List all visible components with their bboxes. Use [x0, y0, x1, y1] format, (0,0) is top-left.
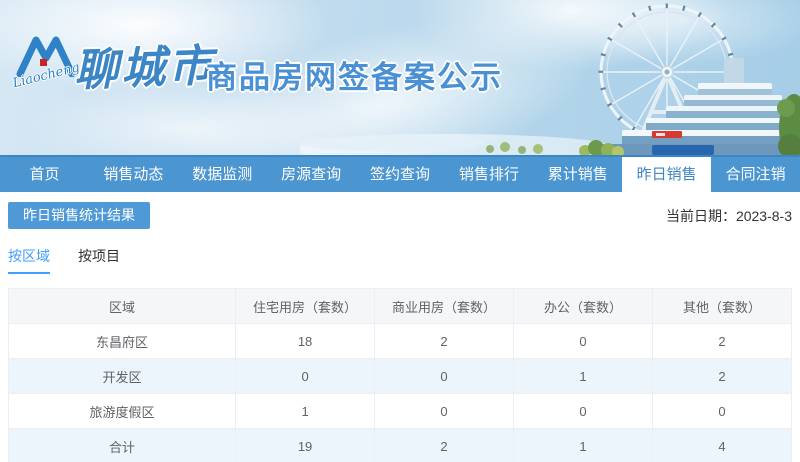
nav-item-data-monitor[interactable]: 数据监测 — [178, 157, 267, 192]
section-title-badge: 昨日销售统计结果 — [8, 202, 150, 229]
nav-item-contract-cancellation[interactable]: 合同注销 — [711, 157, 800, 192]
city-name: 聊城市 — [73, 40, 217, 97]
table-cell: 19 — [235, 428, 376, 462]
table-cell: 0 — [651, 393, 793, 429]
nav-item-yesterday-sales[interactable]: 昨日销售 — [622, 157, 712, 192]
table-cell: 2 — [651, 323, 793, 359]
nav-item-sales-ranking[interactable]: 销售排行 — [444, 157, 533, 192]
table-header-cell: 住宅用房（套数） — [235, 288, 376, 324]
tab-by-region[interactable]: 按区域 — [8, 246, 50, 274]
table-cell: 东昌府区 — [7, 323, 237, 359]
nav-item-listing-search[interactable]: 房源查询 — [267, 157, 356, 192]
table-row: 东昌府区 18 2 0 2 — [7, 323, 793, 359]
nav-item-home[interactable]: 首页 — [0, 157, 89, 192]
view-tabs: 按区域 按项目 — [8, 246, 792, 274]
table-header-cell: 区域 — [7, 288, 237, 324]
table-cell: 0 — [513, 393, 653, 429]
site-title: 商品房网签备案公示 — [206, 60, 503, 95]
table-cell: 开发区 — [7, 358, 237, 394]
table-cell: 旅游度假区 — [7, 393, 237, 429]
nav-item-sales-activity[interactable]: 销售动态 — [89, 157, 178, 192]
current-date-label: 当前日期：2023-8-3 — [665, 207, 792, 224]
table-cell: 2 — [374, 428, 515, 462]
main-content: 昨日销售统计结果 当前日期：2023-8-3 按区域 按项目 区域 住宅用房（套… — [0, 202, 800, 462]
table-cell: 4 — [651, 428, 793, 462]
nav-item-contract-search[interactable]: 签约查询 — [356, 157, 445, 192]
main-nav: 首页 销售动态 数据监测 房源查询 签约查询 销售排行 累计销售 昨日销售 合同… — [0, 155, 800, 192]
page-header: 昨日销售统计结果 当前日期：2023-8-3 — [8, 202, 792, 229]
table-cell: 1 — [513, 358, 653, 394]
banner: Liaocheng 聊城市 商品房网签备案公示 — [0, 0, 800, 155]
table-cell: 2 — [651, 358, 793, 394]
table-cell: 1 — [235, 393, 376, 429]
table-row: 开发区 0 0 1 2 — [7, 358, 793, 394]
sales-statistics-table: 区域 住宅用房（套数） 商业用房（套数） 办公（套数） 其他（套数） 东昌府区 … — [7, 288, 793, 462]
nav-item-cumulative-sales[interactable]: 累计销售 — [533, 157, 622, 192]
table-cell: 0 — [513, 323, 653, 359]
table-header-cell: 其他（套数） — [651, 288, 793, 324]
table-cell: 1 — [513, 428, 653, 462]
table-cell: 0 — [235, 358, 376, 394]
page: Liaocheng 聊城市 商品房网签备案公示 首页 销售动态 数据监测 房源查… — [0, 0, 800, 462]
table-row-total: 合计 19 2 1 4 — [7, 428, 793, 462]
table-header-cell: 商业用房（套数） — [374, 288, 515, 324]
tab-by-project[interactable]: 按项目 — [78, 246, 120, 274]
table-cell: 2 — [374, 323, 515, 359]
table-cell: 0 — [374, 393, 515, 429]
table-cell: 18 — [235, 323, 376, 359]
table-header-cell: 办公（套数） — [513, 288, 653, 324]
table-header-row: 区域 住宅用房（套数） 商业用房（套数） 办公（套数） 其他（套数） — [7, 288, 793, 324]
table-cell: 合计 — [7, 428, 237, 462]
table-row: 旅游度假区 1 0 0 0 — [7, 393, 793, 429]
table-cell: 0 — [374, 358, 515, 394]
